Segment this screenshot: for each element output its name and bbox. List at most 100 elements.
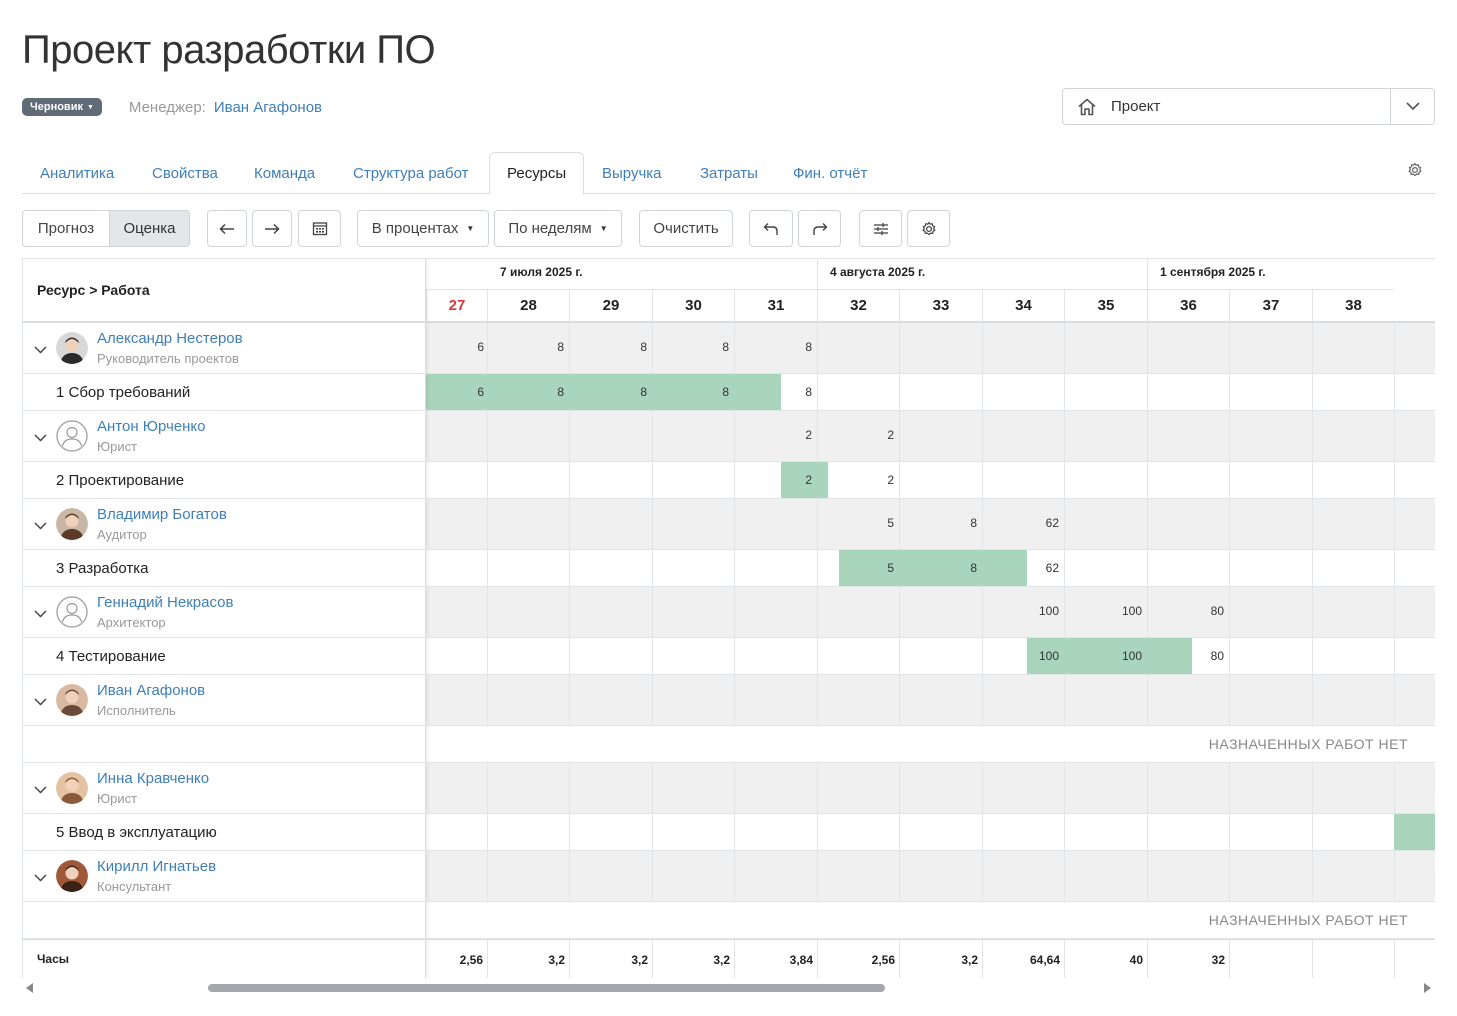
chevron-down-icon[interactable] [1390, 89, 1434, 124]
status-badge-label: Черновик [30, 101, 83, 113]
task-hours-cell[interactable]: 8 [805, 385, 812, 399]
hours-cell[interactable]: 8 [640, 340, 647, 354]
task-hours-cell[interactable]: 62 [1046, 561, 1059, 575]
resource-name[interactable]: Антон Юрченко [97, 418, 205, 435]
redo-button[interactable] [798, 210, 841, 247]
avatar [56, 420, 88, 452]
chevron-down-icon[interactable] [34, 429, 47, 447]
resource-name[interactable]: Кирилл Игнатьев [97, 858, 216, 875]
hours-cell[interactable]: 6 [477, 340, 484, 354]
chevron-down-icon[interactable] [34, 517, 47, 535]
chevron-down-icon[interactable] [34, 693, 47, 711]
period-dropdown[interactable]: По неделям ▼ [494, 210, 622, 247]
grid-line [1147, 814, 1148, 850]
resource-name[interactable]: Инна Кравченко [97, 770, 209, 787]
prev-period-button[interactable] [207, 210, 247, 247]
allocation-bar[interactable] [734, 374, 781, 410]
resource-column: Ресурс > Работа Александр Нестеров Руково… [22, 259, 427, 978]
scroll-right-icon[interactable] [1424, 983, 1431, 993]
task-hours-cell[interactable]: 5 [887, 561, 894, 575]
allocation-bar[interactable] [982, 550, 1027, 586]
estimate-button[interactable]: Оценка [109, 210, 190, 247]
grid-line [1394, 462, 1395, 498]
tab-revenue[interactable]: Выручка [602, 152, 662, 194]
task-hours-cell[interactable]: 8 [640, 385, 647, 399]
horizontal-scrollbar[interactable] [22, 980, 1435, 996]
gear-icon[interactable] [1407, 162, 1423, 183]
project-select-label: Проект [1111, 98, 1161, 115]
arrow-left-icon [219, 223, 234, 234]
grid-line [652, 550, 653, 586]
chevron-down-icon[interactable] [34, 341, 47, 359]
resource-name[interactable]: Александр Нестеров [97, 330, 243, 347]
clear-button[interactable]: Очистить [639, 210, 733, 247]
tab-team[interactable]: Команда [254, 152, 315, 194]
manager-link[interactable]: Иван Агафонов [214, 99, 322, 116]
grid-line [817, 411, 818, 461]
resource-timeline-row: 100 100 80 [426, 587, 1435, 638]
grid-line [1394, 374, 1395, 410]
resource-name[interactable]: Геннадий Некрасов [97, 594, 233, 611]
tab-analytics[interactable]: Аналитика [40, 152, 114, 194]
hours-cell[interactable]: 100 [1122, 604, 1142, 618]
next-period-button[interactable] [252, 210, 292, 247]
task-hours-cell[interactable]: 8 [722, 385, 729, 399]
hours-cell[interactable]: 2 [887, 428, 894, 442]
resource-role: Руководитель проектов [97, 351, 239, 366]
status-badge[interactable]: Черновик ▼ [22, 98, 102, 116]
task-hours-cell[interactable]: 2 [887, 473, 894, 487]
grid-line [487, 411, 488, 461]
grid-line [569, 587, 570, 637]
grid-line [569, 851, 570, 901]
grid-line [487, 814, 488, 850]
grid-line [1064, 411, 1065, 461]
grid-line [982, 675, 983, 725]
project-select[interactable]: Проект [1062, 88, 1435, 125]
page-title: Проект разработки ПО [22, 28, 436, 72]
tab-work-structure[interactable]: Структура работ [353, 152, 469, 194]
units-dropdown[interactable]: В процентах ▼ [357, 210, 489, 247]
tab-properties[interactable]: Свойства [152, 152, 218, 194]
task-hours-cell[interactable]: 100 [1122, 649, 1142, 663]
forecast-button[interactable]: Прогноз [22, 210, 110, 247]
hours-cell[interactable]: 80 [1211, 604, 1224, 618]
hours-cell[interactable]: 8 [722, 340, 729, 354]
resource-name[interactable]: Иван Агафонов [97, 682, 205, 699]
page: Проект разработки ПО Черновик ▼ Менеджер:… [0, 0, 1457, 1016]
hours-cell[interactable]: 5 [887, 516, 894, 530]
grid-line [1229, 323, 1230, 373]
task-hours-cell[interactable]: 80 [1211, 649, 1224, 663]
undo-button[interactable] [749, 210, 793, 247]
task-hours-cell[interactable]: 6 [477, 385, 484, 399]
calendar-button[interactable] [298, 210, 341, 247]
hours-cell[interactable]: 8 [970, 516, 977, 530]
chevron-down-icon[interactable] [34, 869, 47, 887]
task-hours-cell[interactable]: 2 [805, 473, 812, 487]
tab-resources[interactable]: Ресурсы [489, 152, 585, 195]
grid-line [734, 638, 735, 674]
allocation-bar[interactable] [1147, 638, 1192, 674]
settings-button[interactable] [907, 210, 950, 247]
hours-cell[interactable]: 8 [557, 340, 564, 354]
hours-cell[interactable]: 2 [805, 428, 812, 442]
gear-icon [922, 221, 935, 235]
grid-line [1394, 940, 1395, 978]
scrollbar-thumb[interactable] [208, 984, 885, 992]
hours-cell[interactable]: 8 [805, 340, 812, 354]
tab-fin-report[interactable]: Фин. отчёт [793, 152, 867, 194]
task-hours-cell[interactable]: 8 [970, 561, 977, 575]
tab-costs[interactable]: Затраты [700, 152, 758, 194]
task-hours-cell[interactable]: 8 [557, 385, 564, 399]
resource-name[interactable]: Владимир Богатов [97, 506, 227, 523]
resource-role: Юрист [97, 791, 138, 806]
hours-cell[interactable]: 100 [1039, 604, 1059, 618]
grid-line [652, 675, 653, 725]
task-hours-cell[interactable]: 100 [1039, 649, 1059, 663]
project-meta: Черновик ▼ Менеджер: Иван Агафонов [22, 96, 322, 118]
allocation-bar[interactable] [1394, 814, 1435, 850]
chevron-down-icon[interactable] [34, 781, 47, 799]
filter-settings-button[interactable] [859, 210, 902, 247]
chevron-down-icon[interactable] [34, 605, 47, 623]
scroll-left-icon[interactable] [26, 983, 33, 993]
hours-cell[interactable]: 62 [1046, 516, 1059, 530]
